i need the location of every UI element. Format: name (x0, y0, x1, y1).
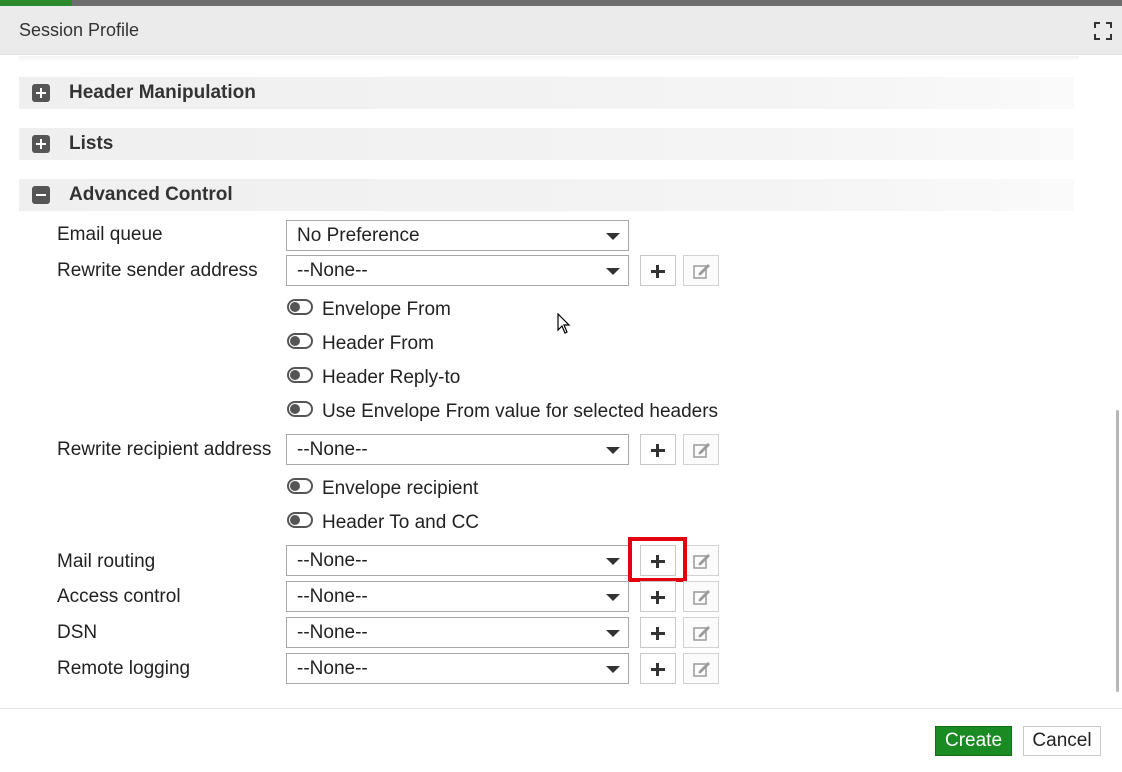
dropdown-caret-icon (606, 666, 620, 673)
use-envelope-from-label: Use Envelope From value for selected hea… (322, 401, 719, 422)
toggle-knob (290, 336, 300, 346)
dsn-select[interactable]: --None-- (286, 617, 629, 648)
remote-logging-value: --None-- (297, 658, 368, 679)
mail-routing-value: --None-- (297, 550, 368, 571)
dropdown-caret-icon (606, 447, 620, 454)
access-control-add-button[interactable] (640, 581, 676, 612)
cancel-button[interactable]: Cancel (1023, 726, 1101, 756)
highlight-box (628, 537, 687, 582)
email-queue-select[interactable]: No Preference (286, 220, 629, 251)
section-advanced-control[interactable]: Advanced Control (19, 179, 1074, 211)
header-reply-to-label: Header Reply-to (322, 367, 461, 388)
rewrite-sender-value: --None-- (297, 260, 368, 281)
edit-icon (693, 554, 710, 569)
toggle-knob (290, 481, 300, 491)
section-label: Advanced Control (69, 184, 233, 205)
rewrite-sender-select[interactable]: --None-- (286, 255, 629, 286)
dsn-edit-button[interactable] (683, 617, 719, 648)
rewrite-recipient-value: --None-- (297, 439, 368, 460)
edit-icon (693, 626, 710, 641)
envelope-recipient-toggle[interactable] (287, 478, 313, 494)
rewrite-sender-edit-button[interactable] (683, 255, 719, 286)
dropdown-caret-icon (606, 233, 620, 240)
create-button[interactable]: Create (935, 726, 1012, 756)
edit-icon (693, 590, 710, 605)
toggle-knob (290, 370, 300, 380)
remote-logging-select[interactable]: --None-- (286, 653, 629, 684)
rewrite-recipient-add-button[interactable] (640, 434, 676, 465)
dialog-title: Session Profile (19, 20, 140, 40)
header-reply-to-toggle[interactable] (287, 367, 313, 383)
section-header-manipulation[interactable]: Header Manipulation (19, 77, 1074, 109)
mail-routing-select[interactable]: --None-- (286, 545, 629, 576)
dropdown-caret-icon (606, 268, 620, 275)
envelope-from-label: Envelope From (322, 299, 451, 320)
toggle-knob (290, 302, 300, 312)
toggle-knob (290, 515, 300, 525)
header-to-cc-toggle[interactable] (287, 512, 313, 528)
dsn-label: DSN (57, 622, 98, 643)
collapse-minus-icon (32, 186, 50, 204)
envelope-from-toggle[interactable] (287, 299, 313, 315)
mouse-cursor-icon (557, 313, 571, 334)
email-queue-value: No Preference (297, 225, 420, 246)
remote-logging-add-button[interactable] (640, 653, 676, 684)
section-label: Header Manipulation (69, 82, 256, 103)
expand-plus-icon (32, 135, 50, 153)
dsn-value: --None-- (297, 622, 368, 643)
vertical-scrollbar[interactable] (1116, 410, 1119, 692)
access-control-label: Access control (57, 586, 181, 607)
email-queue-label: Email queue (57, 224, 163, 245)
header-from-label: Header From (322, 333, 434, 354)
rewrite-recipient-select[interactable]: --None-- (286, 434, 629, 465)
remote-logging-edit-button[interactable] (683, 653, 719, 684)
edit-icon (693, 662, 710, 677)
expand-plus-icon (32, 84, 50, 102)
rewrite-sender-add-button[interactable] (640, 255, 676, 286)
envelope-recipient-label: Envelope recipient (322, 478, 479, 499)
edit-icon (693, 443, 710, 458)
section-lists[interactable]: Lists (19, 128, 1074, 160)
dialog-titlebar: Session Profile (0, 6, 1122, 55)
access-control-value: --None-- (297, 586, 368, 607)
access-control-select[interactable]: --None-- (286, 581, 629, 612)
rewrite-sender-label: Rewrite sender address (57, 260, 258, 281)
dropdown-caret-icon (606, 558, 620, 565)
use-envelope-from-toggle[interactable] (287, 401, 313, 417)
access-control-edit-button[interactable] (683, 581, 719, 612)
rewrite-recipient-label: Rewrite recipient address (57, 439, 272, 460)
remote-logging-label: Remote logging (57, 658, 191, 679)
rewrite-recipient-edit-button[interactable] (683, 434, 719, 465)
dropdown-caret-icon (606, 594, 620, 601)
scroll-fade (19, 56, 1079, 62)
section-label: Lists (69, 133, 114, 154)
header-from-toggle[interactable] (287, 333, 313, 349)
dropdown-caret-icon (606, 630, 620, 637)
maximize-icon[interactable] (1094, 22, 1112, 40)
dsn-add-button[interactable] (640, 617, 676, 648)
edit-icon (693, 264, 710, 279)
header-to-cc-label: Header To and CC (322, 512, 480, 533)
toggle-knob (290, 404, 300, 414)
mail-routing-edit-button[interactable] (683, 545, 719, 576)
mail-routing-label: Mail routing (57, 551, 156, 572)
